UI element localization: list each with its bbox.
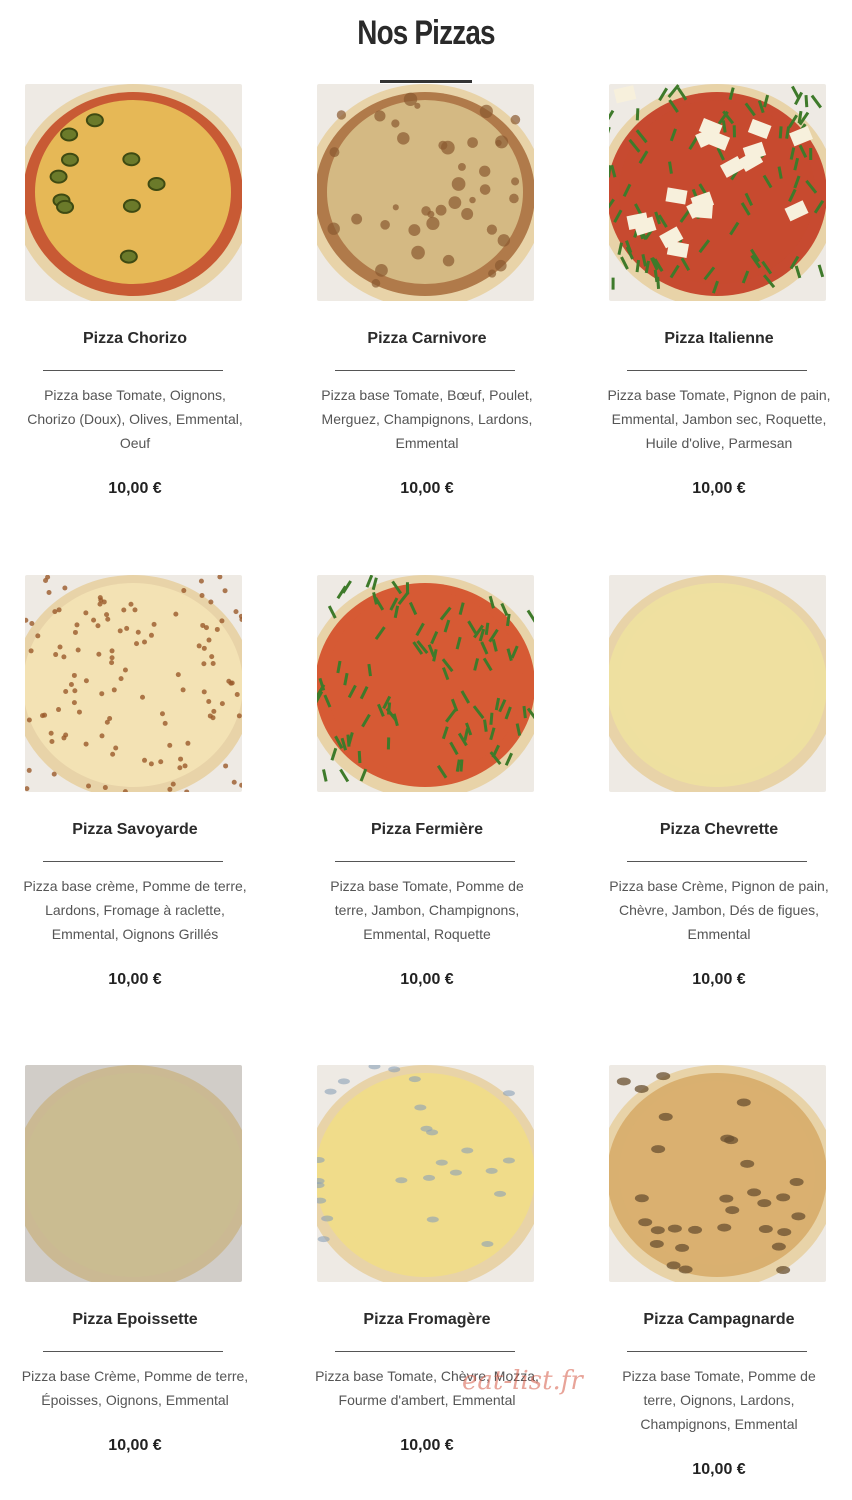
pizza-price: 10,00 € [692, 971, 746, 988]
pizza-name: Pizza Savoyarde [72, 821, 198, 838]
name-divider [627, 370, 807, 371]
pizza-chevrette-photo [609, 575, 826, 792]
pizza-campagnarde-photo [609, 1065, 826, 1282]
pizza-name: Pizza Chevrette [659, 821, 779, 838]
watermark: eat-list.fr [462, 1366, 583, 1396]
ingredients-line: Pizza base Crème, Pignon de pain, [609, 878, 829, 894]
pizza-name: Pizza Fermière [370, 821, 484, 838]
name-divider [627, 861, 807, 862]
title-underline [380, 80, 472, 83]
pizza-price: 10,00 € [400, 971, 454, 988]
pizza-ingredients: Pizza base Crème, Pomme de terre, Époisse… [0, 1364, 270, 1412]
name-divider [43, 370, 223, 371]
pizza-fermiere-photo [317, 575, 534, 792]
ingredients-line: Lardons, Fromage à raclette, [45, 902, 225, 918]
ingredients-line: Pizza base Tomate, Bœuf, Poulet, [321, 387, 533, 403]
pizza-name: Pizza Chorizo [82, 330, 187, 347]
ingredients-line: Emmental [395, 435, 459, 451]
ingredients-line: Pizza base Crème, Pomme de terre, [21, 1368, 249, 1384]
ingredients-line: Époisses, Oignons, Emmental [41, 1392, 229, 1408]
pizza-price: 10,00 € [108, 971, 162, 988]
pizza-fromagere-photo [317, 1065, 534, 1282]
pizza-price: 10,00 € [692, 480, 746, 497]
pizza-name: Pizza Campagnarde [643, 1311, 795, 1328]
pizza-price: 10,00 € [108, 1437, 162, 1454]
ingredients-line: Pizza base Tomate, Pomme de [330, 878, 524, 894]
pizza-ingredients: Pizza base Tomate, Bœuf, Poulet, Merguez,… [292, 383, 562, 455]
pizza-epoissette-photo [25, 1065, 242, 1282]
ingredients-line: Merguez, Champignons, Lardons, [321, 411, 533, 427]
name-divider [335, 370, 515, 371]
ingredients-line: Emmental, Roquette [363, 926, 491, 942]
pizza-price: 10,00 € [400, 480, 454, 497]
ingredients-line: Emmental, Oignons Grillés [51, 926, 219, 942]
ingredients-line: Oeuf [119, 435, 151, 451]
pizza-ingredients: Pizza base Tomate, Pomme de terre, Oignon… [584, 1364, 852, 1436]
pizza-ingredients: Pizza base Tomate, Oignons, Chorizo (Doux… [0, 383, 270, 455]
ingredients-line: Champignons, Emmental [640, 1416, 798, 1432]
pizza-savoyarde-photo [25, 575, 242, 792]
name-divider [335, 1351, 515, 1352]
name-divider [43, 1351, 223, 1352]
pizza-ingredients: Pizza base Tomate, Pomme de terre, Jambon… [292, 874, 562, 946]
ingredients-line: Pizza base crème, Pomme de terre, [23, 878, 247, 894]
ingredients-line: Pizza base Tomate, Pignon de pain, [607, 387, 831, 403]
ingredients-line: Emmental, Jambon sec, Roquette, [611, 411, 827, 427]
ingredients-line: Pizza base Tomate, Pomme de [622, 1368, 816, 1384]
name-divider [43, 861, 223, 862]
page-title: Nos Pizzas [357, 14, 495, 52]
pizza-chorizo-photo [25, 84, 242, 301]
ingredients-line: Pizza base Tomate, Oignons, [44, 387, 226, 403]
pizza-price: 10,00 € [108, 480, 162, 497]
pizza-name: Pizza Italienne [664, 330, 774, 347]
pizza-price: 10,00 € [692, 1461, 746, 1478]
pizza-carnivore-photo [317, 84, 534, 301]
ingredients-line: Huile d'olive, Parmesan [645, 435, 793, 451]
pizza-name: Pizza Epoissette [72, 1311, 198, 1328]
pizza-name: Pizza Carnivore [367, 330, 487, 347]
pizza-italienne-photo [609, 84, 826, 301]
name-divider [335, 861, 515, 862]
pizza-price: 10,00 € [400, 1437, 454, 1454]
pizza-ingredients: Pizza base Tomate, Pignon de pain, Emment… [584, 383, 852, 455]
pizza-ingredients: Pizza base crème, Pomme de terre, Lardons… [0, 874, 270, 946]
ingredients-line: terre, Oignons, Lardons, [643, 1392, 795, 1408]
name-divider [627, 1351, 807, 1352]
ingredients-line: Chèvre, Jambon, Dés de figues, [619, 902, 819, 918]
ingredients-line: terre, Jambon, Champignons, [334, 902, 520, 918]
pizza-name: Pizza Fromagère [363, 1311, 491, 1328]
ingredients-line: Emmental [687, 926, 751, 942]
ingredients-line: Chorizo (Doux), Olives, Emmental, [27, 411, 243, 427]
pizza-ingredients: Pizza base Crème, Pignon de pain, Chèvre,… [584, 874, 852, 946]
